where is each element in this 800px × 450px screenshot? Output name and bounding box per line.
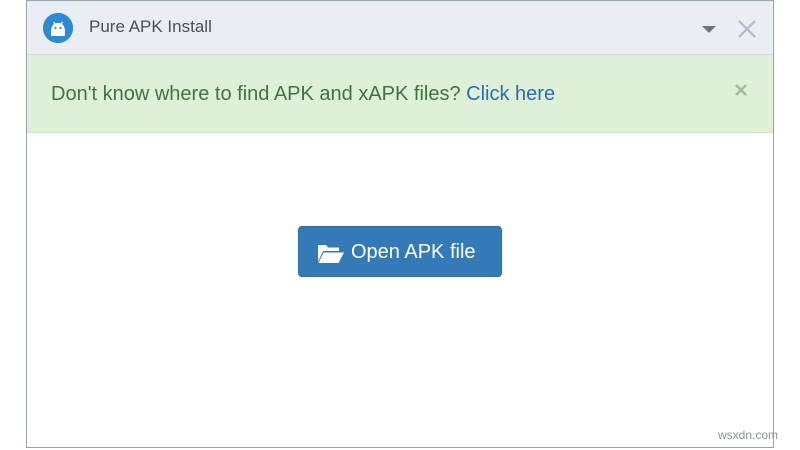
window-menu-button[interactable] <box>699 19 719 39</box>
main-content: Open APK file <box>27 133 773 447</box>
close-icon <box>735 84 747 96</box>
folder-open-icon <box>318 245 344 263</box>
window-title: Pure APK Install <box>89 17 212 36</box>
caret-down-icon <box>702 26 716 33</box>
android-robot-icon <box>43 13 73 43</box>
click-here-link[interactable]: Click here <box>466 83 555 105</box>
watermark: wsxdn.com <box>718 428 779 442</box>
notice-text: Don't know where to find APK and xAPK fi… <box>51 83 461 105</box>
open-apk-file-label: Open APK file <box>351 241 476 263</box>
close-icon <box>738 20 756 38</box>
app-window: Pure APK Install Don't know where to fin… <box>26 0 774 448</box>
help-notice: Don't know where to find APK and xAPK fi… <box>27 55 773 133</box>
notice-message: Don't know where to find APK and xAPK fi… <box>51 83 555 106</box>
open-apk-file-button[interactable]: Open APK file <box>298 226 502 277</box>
title-bar: Pure APK Install <box>27 1 773 55</box>
window-close-button[interactable] <box>735 17 759 41</box>
notice-close-button[interactable] <box>733 82 749 98</box>
